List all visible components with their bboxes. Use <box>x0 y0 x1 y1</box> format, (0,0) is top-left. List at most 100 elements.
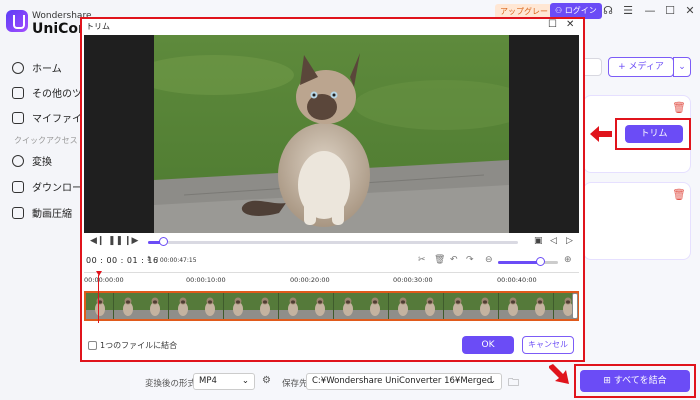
filmstrip-thumbnail <box>278 293 306 319</box>
arrow-left-icon <box>590 126 612 142</box>
maximize-icon[interactable]: ☐ <box>548 19 557 30</box>
chevron-down-icon[interactable]: ⌄ <box>673 57 691 77</box>
progress-handle[interactable] <box>158 237 168 246</box>
sidebar-item-label: ホーム <box>32 64 62 75</box>
ruler-label: 00:00:30:00 <box>393 276 433 284</box>
folder-icon[interactable]: 🗀 <box>508 374 519 393</box>
filmstrip-thumbnail <box>471 293 499 319</box>
dialog-title: トリム <box>86 22 110 31</box>
file-icon <box>12 111 24 124</box>
filmstrip-thumbnail <box>443 293 471 319</box>
minimize-icon[interactable]: — <box>642 3 658 19</box>
format-label: 変換後の形式 <box>145 379 197 389</box>
combine-label: 1つのファイルに結合 <box>100 341 178 350</box>
merge-all-label: すべてを結合 <box>613 376 667 386</box>
scissors-icon[interactable]: ✂ <box>418 255 426 265</box>
filmstrip-thumbnail <box>361 293 389 319</box>
filmstrip-thumbnail <box>333 293 361 319</box>
toolbox-icon <box>12 86 24 99</box>
combine-checkbox[interactable] <box>88 341 97 350</box>
time-edit-row: 00 : 00 : 01 : 16 ⇕ / 00:00:47:15 ✂ 🗑 ↶ … <box>84 255 579 269</box>
home-icon <box>12 61 24 74</box>
skip-end-icon[interactable]: ▷ <box>566 236 573 246</box>
playhead-line <box>98 275 99 323</box>
total-time: / 00:00:47:15 <box>156 257 197 264</box>
filmstrip-thumbnail <box>526 293 554 319</box>
undo-icon[interactable]: ↶ <box>450 255 458 265</box>
sidebar-item-compress[interactable]: 動画圧縮 <box>12 205 72 220</box>
chevron-down-icon: ⌄ <box>488 376 496 386</box>
zoom-out-icon[interactable]: ⊖ <box>485 255 493 265</box>
filmstrip-thumbnail <box>388 293 416 319</box>
convert-icon <box>12 154 24 167</box>
user-icon: ⚇ <box>555 6 565 15</box>
download-icon <box>12 180 24 193</box>
ruler-label: 00:00:40:00 <box>497 276 537 284</box>
delete-icon[interactable]: 🗑 <box>434 255 445 265</box>
chevron-down-icon: ⌄ <box>241 376 249 386</box>
filmstrip-thumbnail <box>416 293 444 319</box>
add-media-button[interactable]: + メディア <box>608 57 674 77</box>
zoom-in-icon[interactable]: ⊕ <box>564 255 572 265</box>
maximize-icon[interactable]: ☐ <box>662 3 678 19</box>
merge-icon: ⊞ <box>603 376 614 386</box>
close-icon[interactable]: ✕ <box>682 3 698 19</box>
app-logo-icon <box>6 10 28 32</box>
ruler-label: 00:00:20:00 <box>290 276 330 284</box>
time-stepper-icon[interactable]: ⇕ <box>146 255 152 263</box>
filmstrip-thumbnail <box>168 293 196 319</box>
filmstrip-thumbnail <box>196 293 224 319</box>
filmstrip-thumbnail <box>141 293 169 319</box>
login-label: ログイン <box>564 6 597 15</box>
snapshot-icon[interactable]: ▣ <box>534 236 543 246</box>
zoom-handle[interactable] <box>536 257 545 266</box>
filmstrip-thumbnail <box>223 293 251 319</box>
sidebar-item-label: 動画圧縮 <box>32 209 72 220</box>
sidebar-item-home[interactable]: ホーム <box>12 60 62 75</box>
trash-icon[interactable]: 🗑 <box>672 101 686 114</box>
format-select[interactable]: MP4 ⌄ <box>193 373 255 390</box>
section-label: クイックアクセス <box>14 136 78 145</box>
trim-end-handle[interactable] <box>572 293 578 319</box>
arrow-down-right-icon <box>549 364 569 384</box>
step-back-icon[interactable]: ◀❙ <box>90 236 104 246</box>
settings-icon[interactable]: ⚙ <box>262 375 271 386</box>
zoom-fill <box>498 261 540 264</box>
file-card-2: 🗑 <box>583 182 691 260</box>
headset-icon[interactable]: ☊ <box>600 3 616 19</box>
trim-button[interactable]: トリム <box>625 125 683 143</box>
merge-all-button[interactable]: ⊞ すべてを結合 <box>580 370 690 392</box>
trash-icon[interactable]: 🗑 <box>672 188 686 201</box>
destination-value: C:¥Wondershare UniConverter 16¥Merged <box>312 376 493 386</box>
ruler-label: 00:00:00:00 <box>84 276 124 284</box>
skip-start-icon[interactable]: ◁ <box>550 236 557 246</box>
filmstrip-thumbnail <box>498 293 526 319</box>
ruler-label: 00:00:10:00 <box>186 276 226 284</box>
destination-select[interactable]: C:¥Wondershare UniConverter 16¥Merged ⌄ <box>306 373 502 390</box>
redo-icon[interactable]: ↷ <box>466 255 474 265</box>
timeline-ruler: 00:00:00:00 00:00:10:00 00:00:20:00 00:0… <box>84 272 579 290</box>
timeline-filmstrip[interactable] <box>84 291 579 321</box>
video-preview[interactable] <box>84 35 579 233</box>
filmstrip-thumbnail <box>306 293 334 319</box>
playhead-marker-icon[interactable] <box>96 271 102 276</box>
trim-dialog: トリム ☐ ✕ ◀❙ ❚❚ ❙▶ ▣ ◁ ▷ 00: 00: 01: 16… <box>80 17 585 362</box>
video-frame <box>154 35 509 233</box>
sidebar-item-convert[interactable]: 変換 <box>12 153 52 168</box>
destination-label: 保存先 <box>282 379 308 389</box>
menu-icon[interactable]: ☰ <box>620 3 636 19</box>
playback-controls: ◀❙ ❚❚ ❙▶ ▣ ◁ ▷ <box>84 235 579 249</box>
filmstrip-thumbnail <box>86 293 114 319</box>
cancel-button[interactable]: キャンセル <box>522 336 574 354</box>
filmstrip-thumbnail <box>251 293 279 319</box>
close-icon[interactable]: ✕ <box>566 19 574 30</box>
compress-icon <box>12 206 24 219</box>
sidebar-item-label: 変換 <box>32 157 52 168</box>
step-forward-icon[interactable]: ❙▶ <box>124 236 138 246</box>
progress-track[interactable] <box>148 241 518 244</box>
format-value: MP4 <box>199 376 217 386</box>
pause-icon[interactable]: ❚❚ <box>108 236 123 246</box>
filmstrip-thumbnail <box>113 293 141 319</box>
cat-video-image <box>154 35 509 233</box>
ok-button[interactable]: OK <box>462 336 514 354</box>
